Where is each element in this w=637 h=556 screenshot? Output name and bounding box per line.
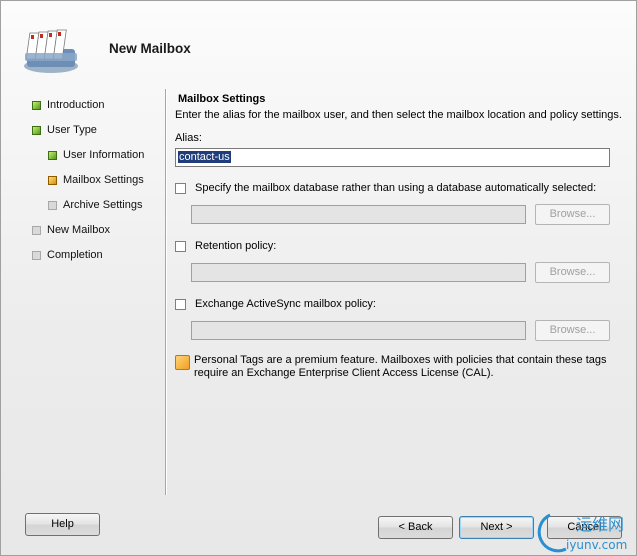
- step-introduction: Introduction: [32, 98, 104, 112]
- activesync-policy-field: [191, 321, 526, 340]
- step-new-mailbox: New Mailbox: [32, 223, 110, 237]
- activesync-policy-checkbox[interactable]: [175, 298, 186, 310]
- watermark-logo: 运维网 iyunv.com: [537, 513, 627, 553]
- step-completion: Completion: [32, 248, 103, 262]
- warning-icon: [175, 355, 190, 370]
- step-user-type: User Type: [32, 123, 97, 137]
- specify-database-checkbox[interactable]: [175, 182, 186, 194]
- step-complete-icon: [48, 150, 57, 160]
- checkbox-label: Exchange ActiveSync mailbox policy:: [195, 298, 376, 310]
- step-archive-settings: Archive Settings: [48, 198, 142, 212]
- activesync-browse-button: Browse...: [535, 320, 610, 341]
- retention-policy-field: [191, 263, 526, 282]
- retention-policy-option[interactable]: Retention policy:: [175, 240, 276, 252]
- wizard-header: New Mailbox: [1, 1, 636, 89]
- step-complete-icon: [32, 125, 41, 135]
- info-text: Personal Tags are a premium feature. Mai…: [194, 354, 607, 379]
- retention-browse-button: Browse...: [535, 262, 610, 283]
- step-pending-icon: [32, 225, 41, 235]
- mailbox-icon: [24, 29, 78, 73]
- step-complete-icon: [32, 100, 41, 110]
- specify-database-option[interactable]: Specify the mailbox database rather than…: [175, 182, 596, 194]
- step-pending-icon: [32, 250, 41, 260]
- step-user-information: User Information: [48, 148, 144, 162]
- step-label: User Type: [47, 124, 97, 136]
- help-button[interactable]: Help: [25, 513, 100, 536]
- watermark-text-url: iyunv.com: [566, 538, 627, 552]
- checkbox-label: Specify the mailbox database rather than…: [195, 182, 597, 194]
- next-button[interactable]: Next >: [459, 516, 534, 539]
- step-label: Mailbox Settings: [63, 174, 144, 186]
- step-current-icon: [48, 175, 57, 185]
- checkbox-label: Retention policy:: [195, 240, 277, 252]
- alias-input[interactable]: contact-us: [175, 148, 610, 167]
- wizard-title: New Mailbox: [109, 41, 191, 56]
- step-label: Archive Settings: [63, 199, 143, 211]
- step-label: User Information: [63, 149, 145, 161]
- activesync-policy-option[interactable]: Exchange ActiveSync mailbox policy:: [175, 298, 376, 310]
- step-label: New Mailbox: [47, 224, 110, 236]
- retention-policy-checkbox[interactable]: [175, 240, 186, 252]
- step-label: Introduction: [47, 99, 105, 111]
- step-pending-icon: [48, 200, 57, 210]
- step-mailbox-settings: Mailbox Settings: [48, 173, 144, 187]
- section-description: Enter the alias for the mailbox user, an…: [175, 109, 622, 121]
- back-button[interactable]: < Back: [378, 516, 453, 539]
- section-title: Mailbox Settings: [178, 93, 266, 105]
- alias-label: Alias:: [175, 132, 202, 144]
- watermark-text-cn: 运维网: [576, 515, 624, 534]
- mailbox-database-field: [191, 205, 526, 224]
- wizard-window: New Mailbox Introduction User Type User …: [0, 0, 637, 556]
- alias-value: contact-us: [178, 151, 231, 163]
- vertical-divider: [165, 89, 166, 495]
- database-browse-button: Browse...: [535, 204, 610, 225]
- step-label: Completion: [47, 249, 103, 261]
